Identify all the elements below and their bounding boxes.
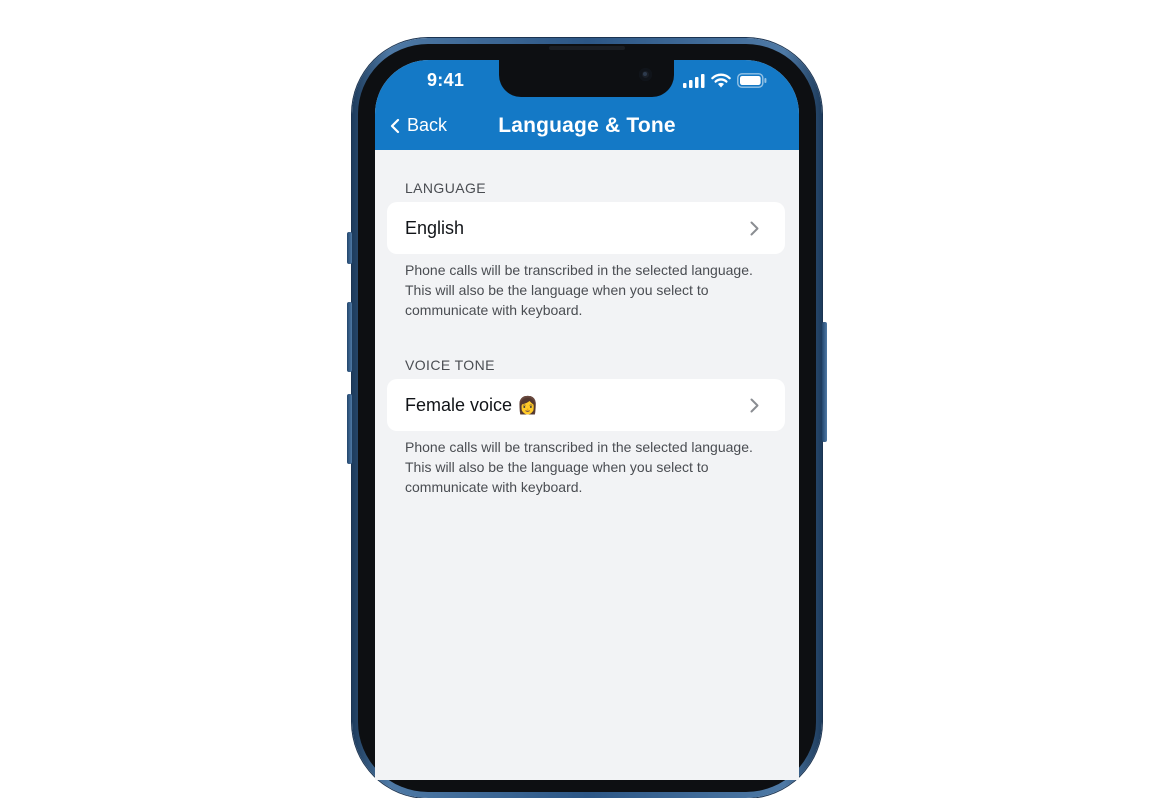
status-time: 9:41 <box>427 70 465 90</box>
voice-tone-select-row[interactable]: Female voice 👩 <box>387 379 785 431</box>
voice-tone-value: Female voice <box>405 395 513 415</box>
side-button-volume-down <box>347 394 352 464</box>
section-label-language: LANGUAGE <box>405 180 486 196</box>
wifi-icon <box>711 73 731 88</box>
side-button-power <box>822 322 827 442</box>
side-button-volume-up <box>347 302 352 372</box>
signal-icon <box>683 73 705 88</box>
side-button-mute <box>347 232 352 264</box>
chevron-right-icon <box>750 221 759 241</box>
phone-screen: 9:41 Back Language & Tone LANGUAGE Engli… <box>375 60 799 780</box>
voice-tone-help-text: Phone calls will be transcribed in the s… <box>405 439 753 495</box>
camera-notch <box>499 60 674 97</box>
page-title: Language & Tone <box>498 114 676 137</box>
section-label-voice-tone: VOICE TONE <box>405 357 495 373</box>
chevron-right-icon <box>750 398 759 418</box>
voice-tone-value-wrap: Female voice 👩 <box>405 395 538 416</box>
speaker-grille <box>549 46 625 50</box>
language-select-row[interactable]: English <box>387 202 785 254</box>
language-value: English <box>405 218 465 238</box>
language-help-text: Phone calls will be transcribed in the s… <box>405 262 753 318</box>
status-icons <box>683 73 767 88</box>
front-camera <box>639 68 652 81</box>
woman-emoji-icon: 👩 <box>517 396 539 416</box>
battery-icon <box>737 73 767 88</box>
